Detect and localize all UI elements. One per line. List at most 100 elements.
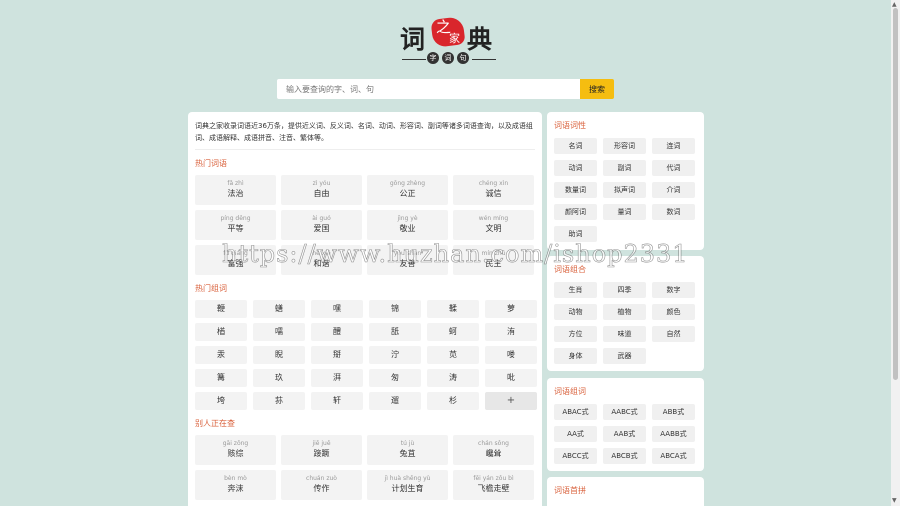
word-pinyin: jiē juě: [312, 440, 331, 447]
recent-searches-title: 别人正在查: [195, 419, 235, 428]
word-card[interactable]: ài guó 爱国: [281, 210, 362, 240]
word-card[interactable]: gāi zōng 赅综: [195, 435, 276, 465]
char-chip[interactable]: 篝: [195, 369, 247, 387]
char-chip[interactable]: 搿: [311, 346, 363, 364]
word-card[interactable]: fù qiáng 富强: [195, 245, 276, 275]
char-chip[interactable]: 涛: [427, 369, 479, 387]
char-chip[interactable]: 苋: [427, 346, 479, 364]
word-card[interactable]: chán sǒng 巉耸: [453, 435, 534, 465]
logo-divider-left: [402, 59, 426, 60]
word-card[interactable]: píng děng 平等: [195, 210, 276, 240]
char-chip[interactable]: 楢: [195, 323, 247, 341]
char-chip[interactable]: 荪: [253, 392, 305, 410]
category-tag[interactable]: 动词: [554, 160, 597, 176]
char-chip[interactable]: 汞: [195, 346, 247, 364]
search-button[interactable]: 搜索: [580, 79, 614, 99]
char-chip[interactable]: 湃: [311, 369, 363, 387]
word-card[interactable]: bèn mò 奔沫: [195, 470, 276, 500]
hot-chars-title: 热门组词: [195, 284, 227, 293]
category-tag[interactable]: 数字: [652, 282, 695, 298]
category-tag[interactable]: 数词: [652, 204, 695, 220]
site-logo[interactable]: 词 之 家 典 字 词 句: [400, 14, 500, 66]
char-chip[interactable]: 遛: [369, 392, 421, 410]
char-chip[interactable]: 蚵: [427, 323, 479, 341]
category-tag[interactable]: ABB式: [652, 404, 695, 420]
char-chip[interactable]: 轩: [311, 392, 363, 410]
word-card[interactable]: wén míng 文明: [453, 210, 534, 240]
category-tag[interactable]: 介词: [652, 182, 695, 198]
word-pinyin: chuán zuò: [306, 475, 337, 482]
char-chip[interactable]: 玖: [253, 369, 305, 387]
more-chars-button[interactable]: +: [485, 392, 537, 410]
category-tag[interactable]: AA式: [554, 426, 597, 442]
char-chip[interactable]: 洧: [485, 323, 537, 341]
char-chip[interactable]: 垮: [195, 392, 247, 410]
char-chip[interactable]: 嘿: [311, 300, 363, 318]
category-tag[interactable]: 形容词: [603, 138, 646, 154]
category-tag[interactable]: 量词: [603, 204, 646, 220]
category-tag[interactable]: 四季: [603, 282, 646, 298]
word-card[interactable]: zì yóu 自由: [281, 175, 362, 205]
category-tag[interactable]: AABC式: [603, 404, 646, 420]
char-chip[interactable]: 锦: [369, 300, 421, 318]
category-tag[interactable]: ABCC式: [554, 448, 597, 464]
zuhe-panel: 词语组合 生肖 四季 数字 动物 植物 颜色 方位 味道 自然 身体 武器: [547, 256, 704, 371]
char-chip[interactable]: 嚅: [253, 323, 305, 341]
char-chip[interactable]: 杉: [427, 392, 479, 410]
word-card[interactable]: yǒu shàn 友善: [367, 245, 448, 275]
category-tag[interactable]: 颜阿词: [554, 204, 597, 220]
category-tag[interactable]: 副词: [603, 160, 646, 176]
category-tag[interactable]: 数量词: [554, 182, 597, 198]
word-card[interactable]: jìng yè 敬业: [367, 210, 448, 240]
category-tag[interactable]: ABAC式: [554, 404, 597, 420]
word-card[interactable]: jì huà shēng yù 计划生育: [367, 470, 448, 500]
category-tag[interactable]: 颜色: [652, 304, 695, 320]
logo-subtitle: 字 词 句: [427, 52, 469, 64]
scrollbar-thumb[interactable]: [893, 8, 898, 380]
category-tag[interactable]: 味道: [603, 326, 646, 342]
word-text: 传作: [313, 484, 330, 493]
char-chip[interactable]: 醴: [311, 323, 363, 341]
scroll-down-arrow-icon[interactable]: ▼: [892, 497, 897, 504]
word-text: 敬业: [399, 224, 416, 233]
word-text: 自由: [313, 189, 330, 198]
char-chip[interactable]: 鞣: [427, 300, 479, 318]
char-chip[interactable]: 鞭: [195, 300, 247, 318]
category-tag[interactable]: AAB式: [603, 426, 646, 442]
category-tag[interactable]: 拟声词: [603, 182, 646, 198]
word-card[interactable]: mín zhǔ 民主: [453, 245, 534, 275]
word-card[interactable]: fǎ zhì 法治: [195, 175, 276, 205]
category-tag[interactable]: ABCB式: [603, 448, 646, 464]
category-tag[interactable]: 方位: [554, 326, 597, 342]
category-tag[interactable]: ABCA式: [652, 448, 695, 464]
word-card[interactable]: jiē juě 踥蹶: [281, 435, 362, 465]
char-chip[interactable]: 泞: [369, 346, 421, 364]
category-tag[interactable]: 生肖: [554, 282, 597, 298]
category-tag[interactable]: 名词: [554, 138, 597, 154]
word-card[interactable]: gōng zhèng 公正: [367, 175, 448, 205]
word-text: 兔苴: [399, 449, 416, 458]
word-card[interactable]: tú jù 兔苴: [367, 435, 448, 465]
category-tag[interactable]: 武器: [603, 348, 646, 364]
word-card[interactable]: chuán zuò 传作: [281, 470, 362, 500]
category-tag[interactable]: 自然: [652, 326, 695, 342]
category-tag[interactable]: 动物: [554, 304, 597, 320]
char-chip[interactable]: 睨: [253, 346, 305, 364]
scroll-up-arrow-icon[interactable]: ▲: [892, 1, 897, 8]
word-card[interactable]: chéng xìn 诚信: [453, 175, 534, 205]
char-chip[interactable]: 舐: [369, 323, 421, 341]
search-input[interactable]: [277, 79, 580, 99]
char-chip[interactable]: 萝: [485, 300, 537, 318]
char-chip[interactable]: 蟮: [253, 300, 305, 318]
category-tag[interactable]: 植物: [603, 304, 646, 320]
category-tag[interactable]: 身体: [554, 348, 597, 364]
category-tag[interactable]: 连词: [652, 138, 695, 154]
category-tag[interactable]: AABB式: [652, 426, 695, 442]
category-tag[interactable]: 助词: [554, 226, 597, 242]
char-chip[interactable]: 喽: [485, 346, 537, 364]
char-chip[interactable]: 吡: [485, 369, 537, 387]
word-card[interactable]: hé xié 和谐: [281, 245, 362, 275]
category-tag[interactable]: 代词: [652, 160, 695, 176]
char-chip[interactable]: 匆: [369, 369, 421, 387]
word-card[interactable]: fēi yán zǒu bì 飞檐走壁: [453, 470, 534, 500]
